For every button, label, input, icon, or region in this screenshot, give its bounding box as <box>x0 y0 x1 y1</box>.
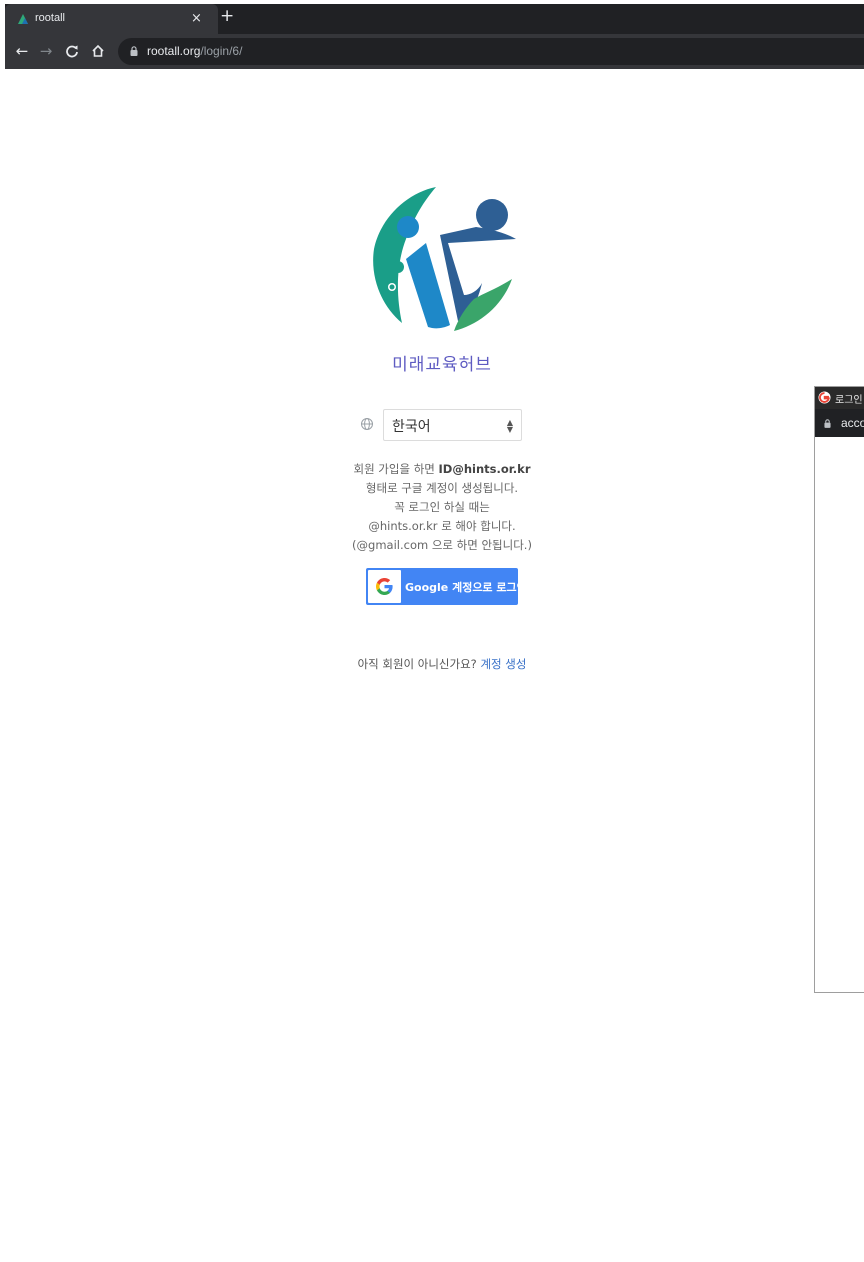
language-select[interactable]: 한국어 ▲ ▼ <box>383 409 522 441</box>
signup-notice: 회원 가입을 하면 ID@hints.or.kr 형태로 구글 계정이 생성됩니… <box>312 460 572 555</box>
notice-line-1: 회원 가입을 하면 ID@hints.or.kr <box>312 460 572 479</box>
url-text: rootall.org/login/6/ <box>147 44 242 58</box>
browser-tab[interactable]: rootall × <box>5 4 218 34</box>
updown-chevron-icon: ▲ ▼ <box>506 418 513 434</box>
notice-line-3: 꼭 로그인 하실 때는 <box>394 500 490 514</box>
popup-titlebar: 로그인 <box>815 387 864 409</box>
google-signin-popup[interactable]: 로그인 acco <box>814 386 864 993</box>
lock-icon <box>824 419 831 428</box>
tab-close-icon[interactable]: × <box>191 11 202 26</box>
google-g-icon <box>818 391 831 404</box>
lock-icon <box>130 46 138 56</box>
rootall-favicon-icon <box>18 14 28 24</box>
signup-prompt: 아직 회원이 아니신가요? <box>357 657 477 671</box>
back-arrow-icon[interactable]: ← <box>13 42 31 60</box>
notice-line-2: 형태로 구글 계정이 생성됩니다. <box>365 481 519 495</box>
google-login-label: Google 계정으로 로그인 <box>405 581 527 594</box>
globe-icon <box>361 418 373 430</box>
reload-icon[interactable] <box>63 42 81 60</box>
google-login-button[interactable]: Google 계정으로 로그인 <box>366 568 527 605</box>
notice-domain-bold: ID@hints.or.kr <box>438 462 531 476</box>
tab-title: rootall <box>35 12 65 24</box>
forward-arrow-icon[interactable]: → <box>37 42 55 60</box>
url-host: rootall.org <box>147 44 201 58</box>
browser-toolbar: ← → rootall.org/login/6/ <box>5 34 864 69</box>
popup-address-bar: acco <box>815 409 864 437</box>
notice-line-5: (@gmail.com 으로 하면 안됩니다.) <box>352 538 532 552</box>
google-g-icon <box>368 570 401 603</box>
notice-line-1-prefix: 회원 가입을 하면 <box>353 462 439 476</box>
url-path: /login/6/ <box>200 44 243 58</box>
popup-url: acco <box>841 416 864 430</box>
address-bar[interactable]: rootall.org/login/6/ <box>118 38 864 65</box>
language-selected-value: 한국어 <box>392 419 431 435</box>
create-account-link[interactable]: 계정 생성 <box>480 657 526 671</box>
signup-row: 아직 회원이 아니신가요? 계정 생성 <box>330 656 554 672</box>
popup-title: 로그인 <box>835 395 863 406</box>
new-tab-button[interactable]: + <box>220 6 236 26</box>
notice-line-4: @hints.or.kr 로 해야 합니다. <box>368 519 516 533</box>
site-logo <box>373 187 516 331</box>
home-icon[interactable] <box>89 42 107 60</box>
site-title: 미래교육허브 <box>392 355 492 375</box>
